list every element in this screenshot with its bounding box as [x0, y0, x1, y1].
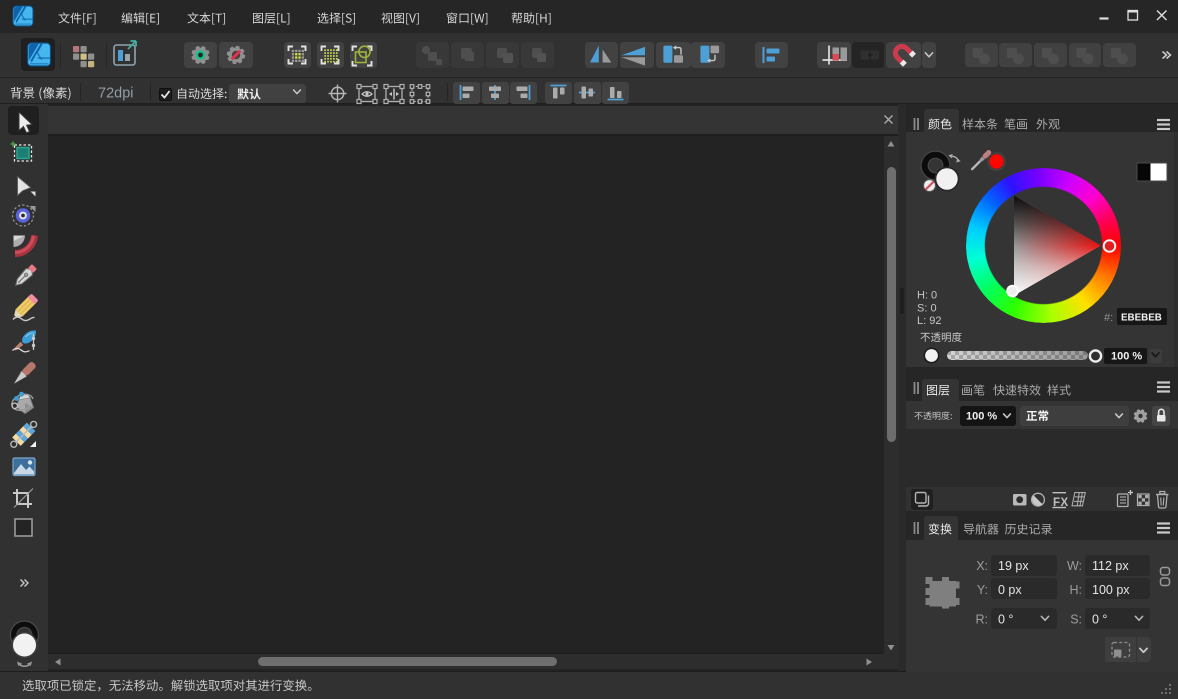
svg-text:H: 0: H: 0 — [917, 290, 937, 302]
svg-text:L: 92: L: 92 — [917, 315, 941, 327]
svg-text:W:: W: — [1067, 559, 1082, 573]
svg-text:S: 0: S: 0 — [917, 302, 937, 314]
svg-text:R:: R: — [976, 613, 989, 627]
svg-text:0 °: 0 ° — [998, 613, 1013, 627]
svg-text:H:: H: — [1070, 583, 1083, 597]
svg-text:19 px: 19 px — [998, 559, 1029, 573]
svg-text:0 °: 0 ° — [1092, 613, 1107, 627]
svg-text:X:: X: — [976, 559, 988, 573]
svg-text:100 %: 100 % — [966, 411, 997, 423]
svg-text:100 px: 100 px — [1092, 583, 1130, 597]
svg-text:#:: #: — [1104, 312, 1113, 324]
svg-text:100 %: 100 % — [1111, 351, 1142, 363]
svg-text:Y:: Y: — [977, 583, 988, 597]
svg-text:EBEBEB: EBEBEB — [1121, 313, 1162, 324]
svg-text:112 px: 112 px — [1092, 559, 1129, 573]
svg-text:S:: S: — [1070, 613, 1082, 627]
svg-text:0 px: 0 px — [998, 583, 1022, 597]
svg-text:72dpi: 72dpi — [98, 86, 133, 102]
